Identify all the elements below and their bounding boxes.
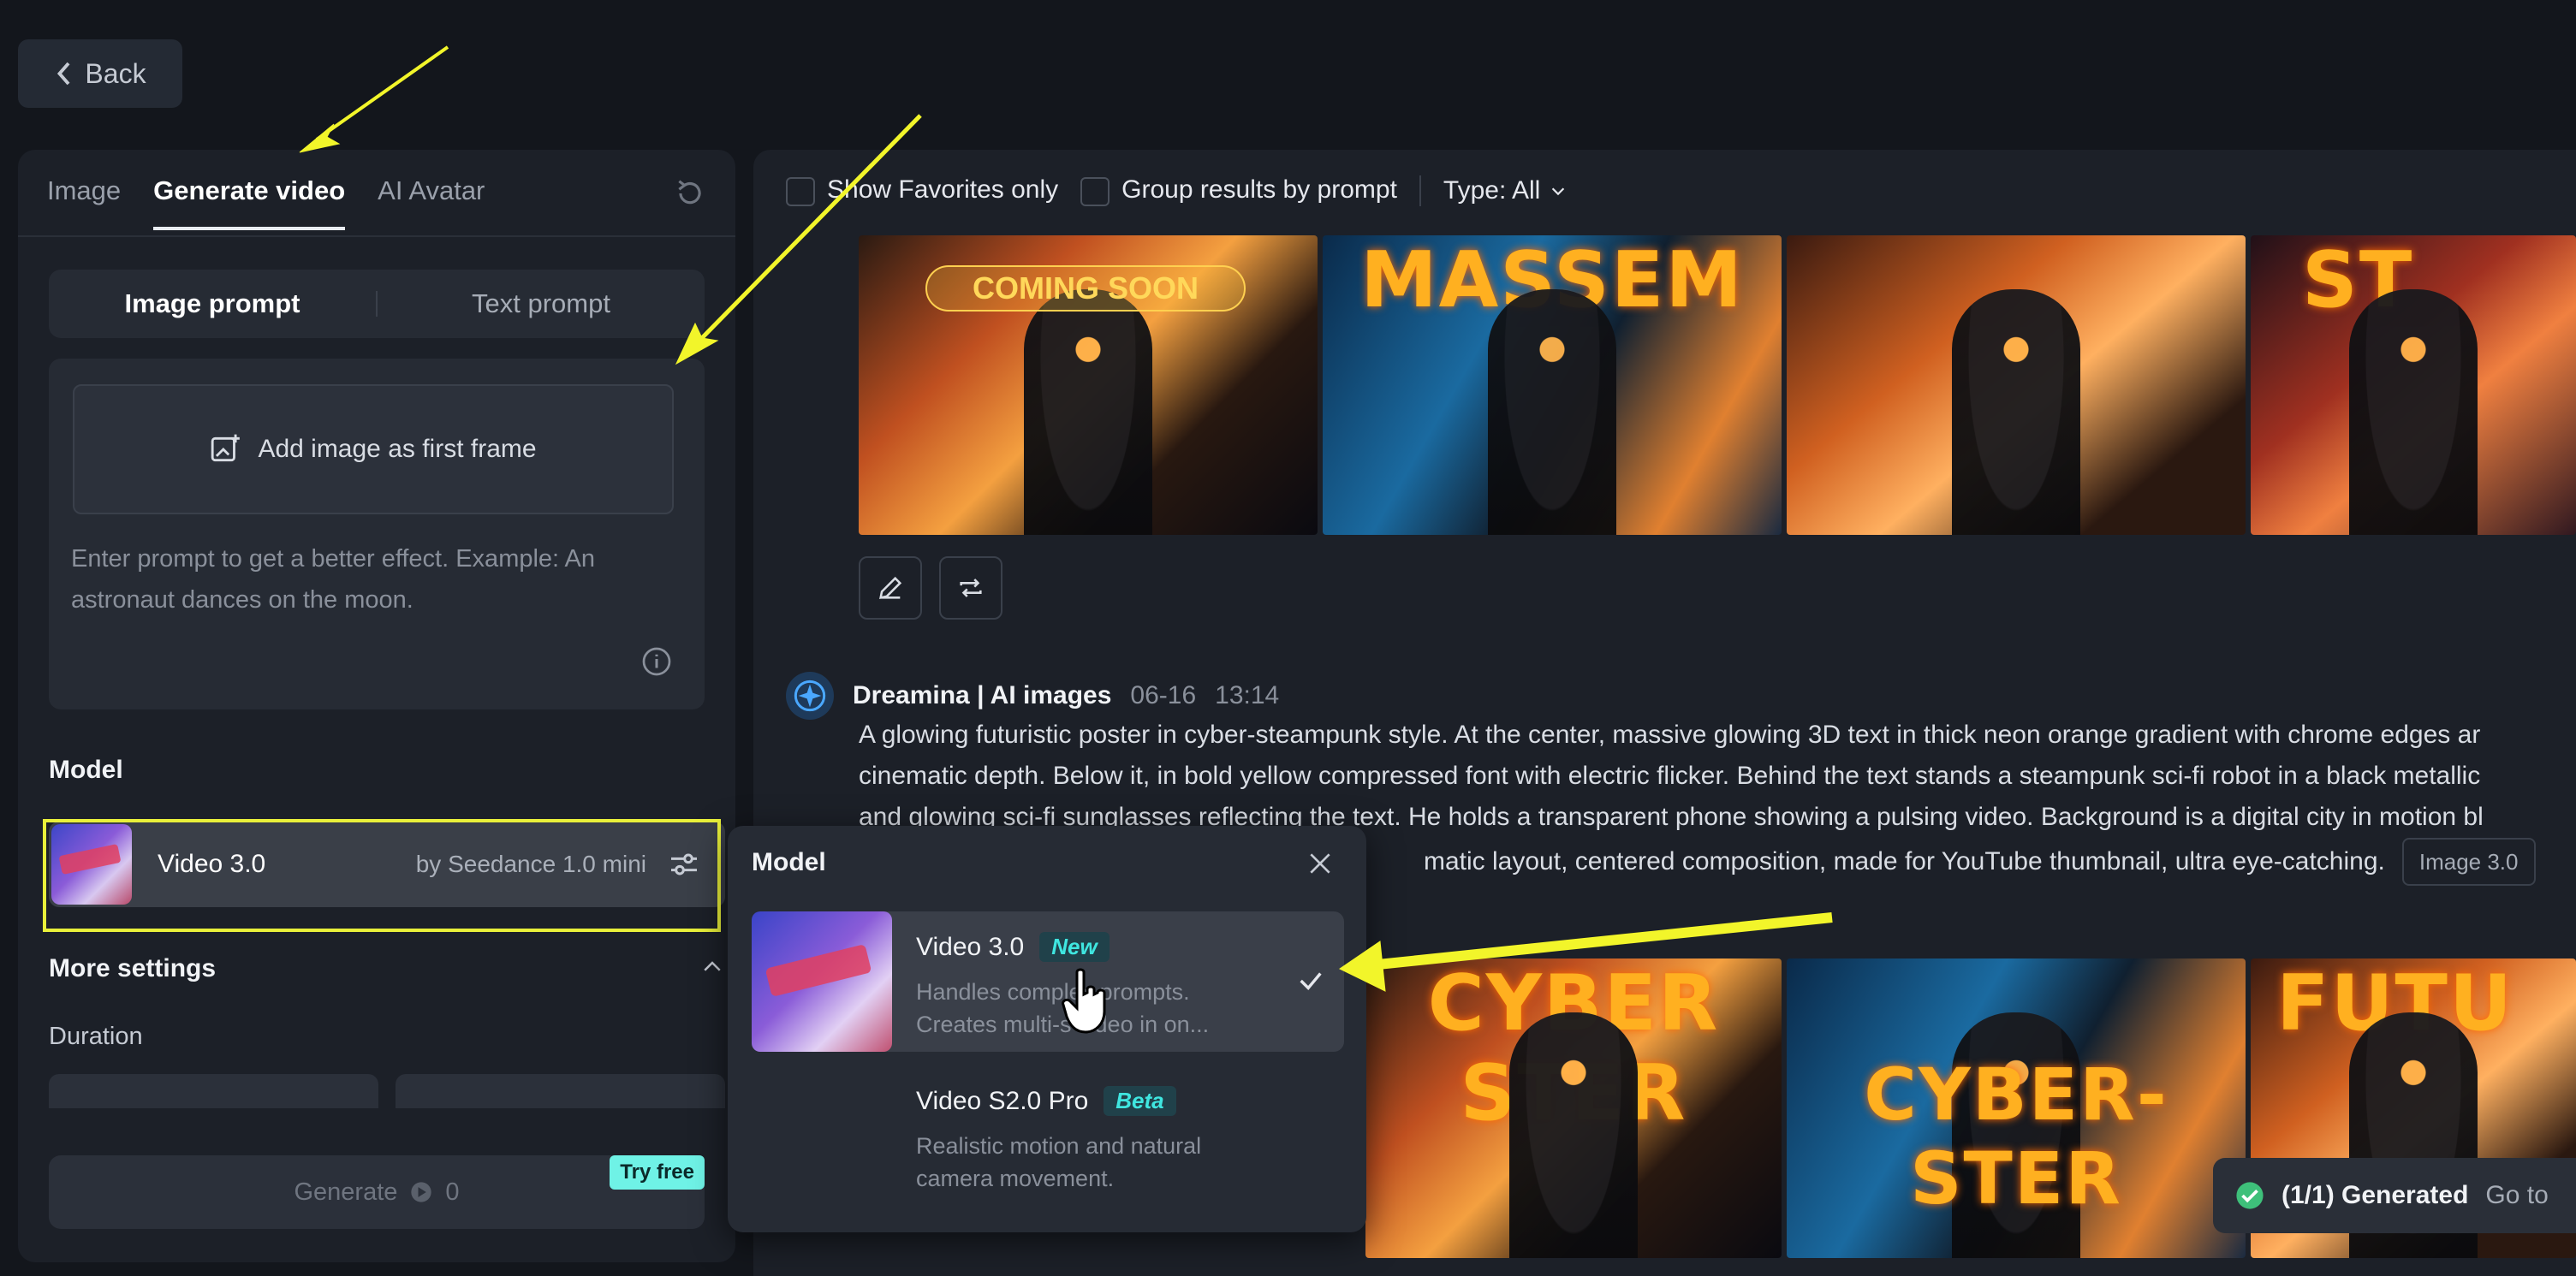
prompt-line: cinematic depth. Below it, in bold yello… bbox=[859, 762, 2481, 790]
favorites-label: Show Favorites only bbox=[827, 175, 1059, 205]
prompt-input[interactable]: Enter prompt to get a better effect. Exa… bbox=[71, 538, 687, 620]
result-thumbnail[interactable]: ST bbox=[2251, 235, 2576, 535]
new-badge: New bbox=[1039, 932, 1110, 962]
popup-title: Model bbox=[752, 848, 826, 876]
dreamina-avatar bbox=[786, 672, 834, 720]
result-thumbnail[interactable]: CYBER-STER bbox=[1787, 958, 2246, 1258]
poster-text: CYBER-STER bbox=[1864, 1053, 2168, 1220]
add-first-frame-button[interactable]: Add image as first frame bbox=[73, 384, 674, 514]
robot-figure bbox=[2349, 289, 2478, 535]
favorites-checkbox[interactable] bbox=[786, 176, 815, 206]
result-thumbnail[interactable]: COMING SOON bbox=[859, 235, 1318, 535]
more-settings-header[interactable]: More settings bbox=[49, 954, 725, 983]
post-date: 06-16 bbox=[1130, 681, 1197, 709]
toast-text: (1/1) Generated bbox=[2282, 1181, 2469, 1209]
toast-link[interactable]: Go to bbox=[2485, 1181, 2548, 1210]
generate-credits: 0 bbox=[445, 1178, 460, 1206]
tab-generate-video[interactable]: Generate video bbox=[153, 175, 346, 230]
credit-icon bbox=[411, 1182, 432, 1202]
option-name: Video 3.0 bbox=[916, 932, 1025, 961]
prompt-mode-toggle: Image prompt Text prompt bbox=[49, 270, 705, 338]
more-settings-label: More settings bbox=[49, 954, 217, 982]
tab-image[interactable]: Image bbox=[47, 175, 121, 230]
duration-option[interactable] bbox=[49, 1074, 378, 1108]
type-dropdown-label: Type: All bbox=[1443, 176, 1541, 205]
post-header: Dreamina | AI images 06-16 13:14 bbox=[786, 672, 1279, 720]
post-author: Dreamina | AI images bbox=[853, 681, 1112, 709]
robot-figure bbox=[1509, 1012, 1638, 1258]
result-thumbnail[interactable]: CYBER STER bbox=[1365, 958, 1782, 1258]
check-icon bbox=[1300, 972, 1322, 991]
tab-divider bbox=[18, 235, 735, 237]
left-panel: Image Generate video AI Avatar Image pro… bbox=[18, 150, 735, 1262]
model-option-video-s2-pro[interactable]: Video S2.0 Pro Beta Realistic motion and … bbox=[752, 1065, 1344, 1206]
option-desc: Realistic motion and natural bbox=[916, 1133, 1202, 1159]
result-thumbnail[interactable] bbox=[1787, 235, 2246, 535]
robot-figure bbox=[1952, 289, 2080, 535]
reset-icon[interactable] bbox=[674, 177, 706, 210]
prompt-box: Add image as first frame Enter prompt to… bbox=[49, 359, 705, 709]
result-thumbnail[interactable]: MASSEM bbox=[1323, 235, 1782, 535]
edit-button[interactable] bbox=[859, 556, 922, 620]
try-free-badge: Try free bbox=[610, 1155, 705, 1190]
model-option-thumbnail bbox=[752, 1065, 892, 1206]
model-option-thumbnail bbox=[752, 911, 892, 1052]
chevron-up-icon bbox=[704, 961, 721, 971]
add-frame-label: Add image as first frame bbox=[258, 435, 537, 463]
prompt-line: A glowing futuristic poster in cyber-ste… bbox=[859, 721, 2481, 749]
filter-bar: Show Favorites only Group results by pro… bbox=[786, 175, 1568, 206]
star-compass-icon bbox=[794, 680, 826, 712]
beta-badge: Beta bbox=[1104, 1086, 1176, 1116]
group-toggle[interactable]: Group results by prompt bbox=[1080, 175, 1397, 206]
robot-figure bbox=[1024, 289, 1152, 535]
generation-toast: (1/1) Generated Go to bbox=[2213, 1158, 2576, 1233]
generate-label: Generate bbox=[294, 1178, 398, 1206]
model-option-video-3[interactable]: Video 3.0 New Handles complex prompts. Cre… bbox=[752, 911, 1344, 1052]
text-prompt-option[interactable]: Text prompt bbox=[378, 288, 705, 319]
back-button[interactable]: Back bbox=[18, 39, 182, 108]
model-tag: Image 3.0 bbox=[2401, 838, 2536, 886]
generate-button[interactable]: Generate 0 Try free bbox=[49, 1155, 705, 1229]
repeat-icon bbox=[960, 579, 982, 597]
prompt-line: matic layout, centered composition, made… bbox=[1424, 847, 2385, 875]
hand-cursor-icon bbox=[1062, 968, 1106, 1034]
back-label: Back bbox=[85, 57, 146, 89]
regenerate-button[interactable] bbox=[939, 556, 1002, 620]
model-highlight-annotation bbox=[43, 819, 721, 932]
tab-ai-avatar[interactable]: AI Avatar bbox=[378, 175, 485, 230]
duration-options bbox=[49, 1074, 725, 1108]
group-label: Group results by prompt bbox=[1121, 175, 1397, 205]
add-image-icon bbox=[211, 434, 241, 462]
robot-figure bbox=[1488, 289, 1616, 535]
pencil-icon bbox=[879, 576, 902, 599]
post-time: 13:14 bbox=[1215, 681, 1280, 709]
option-desc: camera movement. bbox=[916, 1166, 1115, 1191]
type-dropdown[interactable]: Type: All bbox=[1443, 176, 1568, 205]
model-popup: Model Video 3.0 New Handles complex promp… bbox=[728, 826, 1366, 1232]
mode-tabs: Image Generate video AI Avatar bbox=[47, 175, 485, 230]
image-prompt-option[interactable]: Image prompt bbox=[49, 288, 376, 319]
info-icon[interactable] bbox=[641, 646, 672, 677]
poster-text: COMING SOON bbox=[925, 265, 1246, 312]
duration-label: Duration bbox=[49, 1023, 143, 1050]
group-checkbox[interactable] bbox=[1080, 176, 1110, 206]
model-label: Model bbox=[49, 756, 123, 784]
option-name: Video S2.0 Pro bbox=[916, 1086, 1089, 1115]
duration-option[interactable] bbox=[396, 1074, 725, 1108]
close-icon[interactable] bbox=[1306, 850, 1334, 877]
chevron-down-icon bbox=[1552, 187, 1565, 196]
favorites-toggle[interactable]: Show Favorites only bbox=[786, 175, 1059, 206]
chevron-left-icon bbox=[57, 62, 70, 86]
check-circle-icon bbox=[2236, 1182, 2264, 1209]
filter-divider bbox=[1419, 175, 1421, 206]
